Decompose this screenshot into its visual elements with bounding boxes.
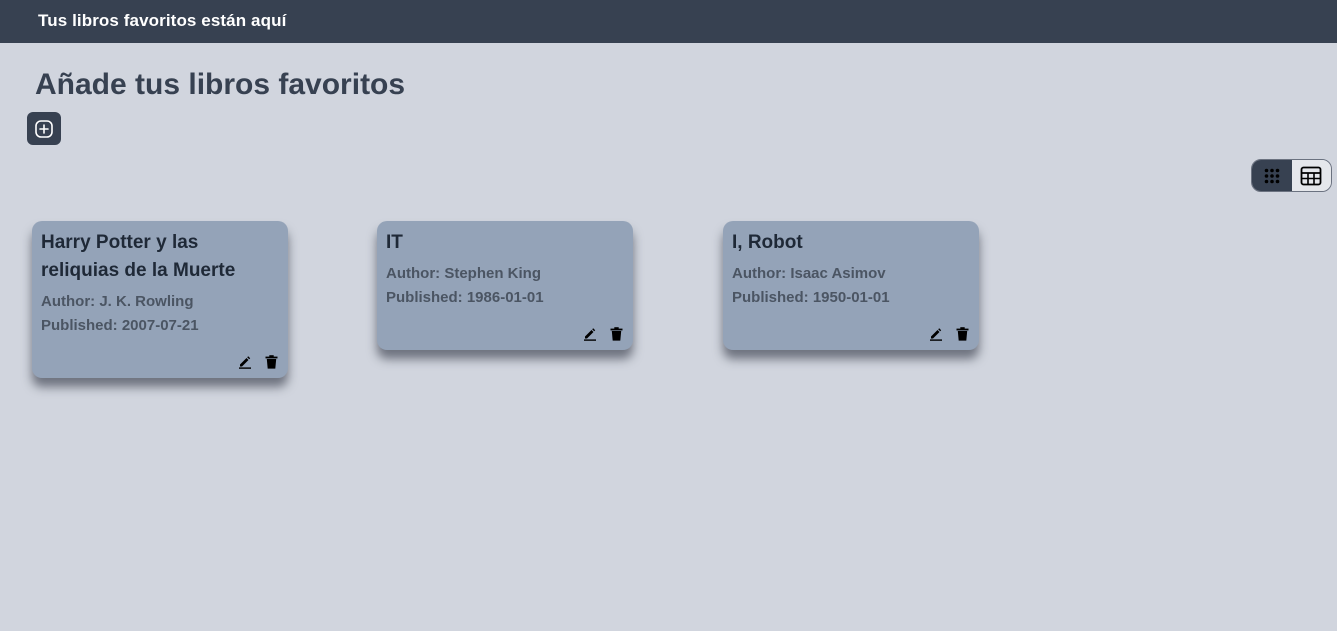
card-actions: [583, 327, 623, 341]
book-title: I, Robot: [732, 232, 803, 253]
view-toggle: [1251, 159, 1332, 192]
table-view-button[interactable]: [1291, 160, 1331, 191]
book-author: Author: Isaac Asimov: [732, 265, 886, 282]
delete-button[interactable]: [610, 327, 623, 341]
grid-dots-icon: [1264, 168, 1280, 183]
book-published: Published: 1950-01-01: [732, 289, 890, 306]
book-card: Harry Potter y las reliquias de la Muert…: [32, 221, 288, 378]
edit-button[interactable]: [929, 327, 943, 341]
top-bar: Tus libros favoritos están aquí: [0, 0, 1337, 43]
edit-button[interactable]: [238, 355, 252, 369]
pencil-icon: [239, 356, 251, 369]
book-title: Harry Potter y las reliquias de la Muert…: [41, 232, 236, 281]
app-title: Tus libros favoritos están aquí: [38, 11, 287, 30]
delete-button[interactable]: [265, 355, 278, 369]
edit-button[interactable]: [583, 327, 597, 341]
book-card: I, Robot Author: Isaac Asimov Published:…: [723, 221, 979, 350]
add-book-button[interactable]: [27, 112, 61, 145]
trash-icon: [956, 327, 969, 341]
book-published: Published: 2007-07-21: [41, 317, 199, 334]
page-title: Añade tus libros favoritos: [35, 68, 406, 101]
book-published: Published: 1986-01-01: [386, 289, 544, 306]
trash-icon: [265, 355, 278, 369]
grid-view-button[interactable]: [1252, 160, 1292, 191]
card-actions: [238, 355, 278, 369]
pencil-icon: [930, 328, 942, 341]
book-title: IT: [386, 232, 403, 253]
delete-button[interactable]: [956, 327, 969, 341]
trash-icon: [610, 327, 623, 341]
pencil-icon: [584, 328, 596, 341]
plus-circle-icon: [35, 119, 53, 138]
book-card: IT Author: Stephen King Published: 1986-…: [377, 221, 633, 350]
book-author: Author: J. K. Rowling: [41, 293, 194, 310]
book-author: Author: Stephen King: [386, 265, 541, 282]
table-icon: [1300, 166, 1322, 185]
card-actions: [929, 327, 969, 341]
